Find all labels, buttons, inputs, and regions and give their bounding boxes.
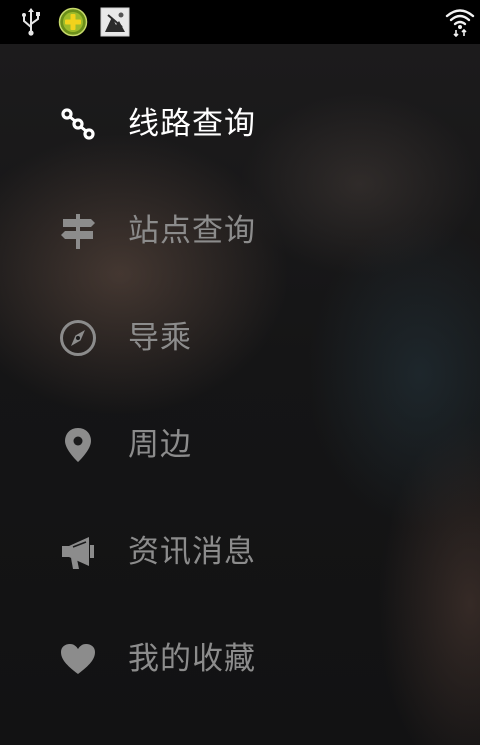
- menu-label-nearby: 周边: [128, 427, 192, 463]
- megaphone-icon: [62, 537, 94, 569]
- menu-label-route-query: 线路查询: [128, 106, 256, 142]
- menu-label-station-query: 站点查询: [128, 213, 256, 249]
- status-bar: [0, 0, 480, 44]
- menu-item-station-query[interactable]: 站点查询: [0, 181, 480, 281]
- app-screen: 线路查询 站点查询 导乘 周边 资讯消息 我的收藏: [0, 0, 480, 745]
- menu-label-news: 资讯消息: [128, 534, 256, 570]
- route-icon: [61, 108, 95, 140]
- image-notification-icon: [100, 7, 130, 37]
- usb-icon: [22, 8, 40, 36]
- menu-item-favorites[interactable]: 我的收藏: [0, 609, 480, 709]
- signpost-icon: [61, 214, 95, 249]
- heart-icon: [61, 644, 95, 674]
- compass-icon: [60, 320, 96, 356]
- menu-item-guide[interactable]: 导乘: [0, 288, 480, 388]
- location-pin-icon: [65, 428, 91, 462]
- menu-label-guide: 导乘: [128, 320, 192, 356]
- menu-item-news[interactable]: 资讯消息: [0, 502, 480, 602]
- menu-item-route-query[interactable]: 线路查询: [0, 74, 480, 174]
- menu-label-favorites: 我的收藏: [128, 641, 256, 677]
- menu-item-nearby[interactable]: 周边: [0, 395, 480, 495]
- app-notification-icon: [58, 7, 88, 37]
- wifi-icon: [445, 9, 475, 37]
